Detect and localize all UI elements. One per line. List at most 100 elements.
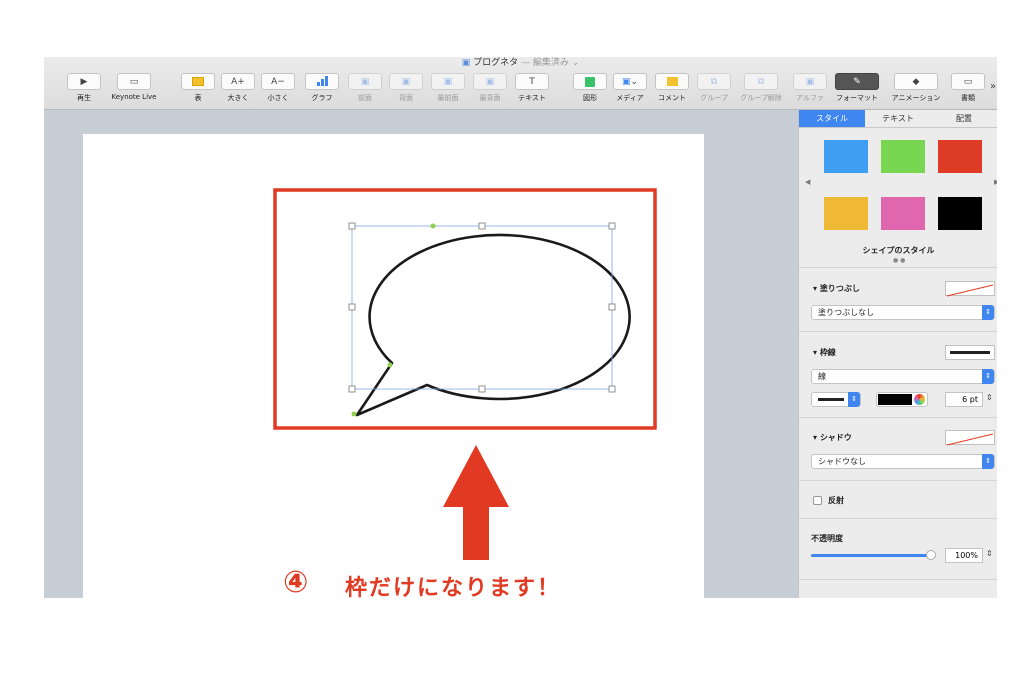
format-button[interactable]: ✎ フォーマット — [832, 73, 882, 103]
animate-icon: ◆ — [894, 73, 938, 90]
divider — [799, 518, 997, 519]
comment-button[interactable]: コメント — [652, 73, 692, 103]
opacity-slider-fill — [811, 554, 931, 557]
shadow-select[interactable]: シャドウなし ⇕ — [811, 454, 995, 469]
toolbar-overflow-icon[interactable]: » — [990, 81, 996, 92]
annotation-caption: 枠だけになります！ — [345, 576, 562, 601]
format-inspector: スタイル テキスト 配置 ◀ ▶ シェイプのスタイル ● ● ▾ 塗りつぶし 塗… — [798, 110, 997, 598]
keynote-window: ▣ プログネタ — 編集済み ⌄ ▶ 再生 ▭ Keynote Live 表 A… — [44, 57, 997, 598]
divider — [799, 417, 997, 418]
border-width-stepper-icon[interactable]: ⇕ — [986, 393, 993, 402]
animate-button[interactable]: ◆ アニメーション — [886, 73, 946, 103]
text-button[interactable]: T テキスト — [512, 73, 552, 103]
style-swatch-pink[interactable] — [881, 197, 925, 230]
page-dots[interactable]: ● ● — [893, 257, 905, 264]
divider — [799, 480, 997, 481]
ungroup-button[interactable]: ⧉ グループ解除 — [736, 73, 786, 103]
paintbrush-icon: ✎ — [835, 73, 879, 90]
styles-prev-icon[interactable]: ◀ — [805, 178, 810, 186]
style-swatch-blue[interactable] — [824, 140, 868, 173]
text-icon: T — [515, 73, 549, 90]
toolbar: ▣ プログネタ — 編集済み ⌄ ▶ 再生 ▭ Keynote Live 表 A… — [44, 57, 997, 110]
opacity-stepper-icon[interactable]: ⇕ — [986, 549, 993, 558]
shape-button[interactable]: 図形 — [570, 73, 610, 103]
document-icon: ▣ — [461, 58, 471, 68]
line-style-icon — [818, 398, 844, 401]
slide-drawing — [273, 188, 657, 430]
border-section-title[interactable]: ▾ 枠線 — [813, 347, 836, 358]
border-type-select[interactable]: 線 ⇕ — [811, 369, 995, 384]
no-fill-icon — [946, 284, 994, 297]
bar-chart-icon — [305, 73, 339, 90]
fill-select[interactable]: 塗りつぶしなし ⇕ — [811, 305, 995, 320]
smaller-button[interactable]: A− 小さく — [258, 73, 298, 103]
divider — [799, 267, 997, 268]
shadow-preview[interactable] — [945, 430, 995, 446]
font-bigger-icon: A+ — [221, 73, 255, 90]
group-icon: ⧉ — [697, 73, 731, 90]
bring-to-front-icon: ▣ — [431, 73, 465, 90]
disclosure-triangle-icon: ▾ — [813, 433, 818, 442]
table-icon — [181, 73, 215, 90]
table-button[interactable]: 表 — [178, 73, 218, 103]
frontmost-button[interactable]: ▣ 最前面 — [428, 73, 468, 103]
back-button[interactable]: ▣ 背面 — [386, 73, 426, 103]
select-arrows-icon: ⇕ — [982, 305, 994, 320]
tab-arrange[interactable]: 配置 — [931, 110, 997, 127]
style-swatch-green[interactable] — [881, 140, 925, 173]
play-icon: ▶ — [67, 73, 101, 90]
reflection-label: 反射 — [828, 496, 844, 505]
up-arrow-annotation — [443, 445, 509, 560]
laptop-icon: ▭ — [117, 73, 151, 90]
color-swatch-black — [878, 394, 912, 405]
document-button[interactable]: ▭ 書類 — [948, 73, 988, 103]
border-color-well[interactable] — [876, 392, 928, 407]
chart-button[interactable]: グラフ — [302, 73, 342, 103]
select-arrows-icon: ⇕ — [982, 454, 994, 469]
fill-preview[interactable] — [945, 281, 995, 297]
style-swatch-black[interactable] — [938, 197, 982, 230]
group-button[interactable]: ⧉ グループ — [694, 73, 734, 103]
keynote-live-button[interactable]: ▭ Keynote Live — [104, 73, 164, 101]
opacity-slider[interactable] — [811, 550, 936, 560]
alpha-button[interactable]: ▣ アルファ — [790, 73, 830, 103]
opacity-slider-knob[interactable] — [926, 550, 936, 560]
inspector-tabs: スタイル テキスト 配置 — [799, 110, 997, 128]
slide[interactable] — [83, 134, 704, 598]
play-button[interactable]: ▶ 再生 — [64, 73, 104, 103]
document-panel-icon: ▭ — [951, 73, 985, 90]
disclosure-triangle-icon: ▾ — [813, 284, 818, 293]
border-width-field[interactable]: 6 pt — [945, 392, 983, 407]
reflection-checkbox[interactable] — [813, 496, 822, 505]
speech-bubble-shape[interactable] — [355, 233, 631, 417]
backmost-button[interactable]: ▣ 最背面 — [470, 73, 510, 103]
shape-styles-label: シェイプのスタイル — [862, 246, 935, 255]
ungroup-icon: ⧉ — [744, 73, 778, 90]
divider — [799, 579, 997, 580]
border-preview[interactable] — [945, 345, 995, 360]
shape-icon — [573, 73, 607, 90]
edit-status[interactable]: — 編集済み ⌄ — [521, 58, 579, 68]
step-number: ④ — [283, 565, 309, 600]
tab-text[interactable]: テキスト — [865, 110, 931, 127]
front-button[interactable]: ▣ 前面 — [345, 73, 385, 103]
line-style-select[interactable]: ⇕ — [811, 392, 861, 407]
comment-icon — [655, 73, 689, 90]
opacity-label: 不透明度 — [811, 534, 843, 543]
shadow-section-title[interactable]: ▾ シャドウ — [813, 432, 852, 443]
opacity-field[interactable]: 100% — [945, 548, 983, 563]
send-backward-icon: ▣ — [389, 73, 423, 90]
tab-style[interactable]: スタイル — [799, 110, 865, 127]
styles-next-icon[interactable]: ▶ — [994, 178, 997, 186]
media-button[interactable]: ▣ ⌄ メディア — [610, 73, 650, 103]
style-swatch-yellow[interactable] — [824, 197, 868, 230]
bigger-button[interactable]: A+ 大きく — [218, 73, 258, 103]
divider — [799, 331, 997, 332]
select-arrows-icon: ⇕ — [848, 392, 860, 407]
document-name: プログネタ — [473, 58, 519, 68]
color-wheel-icon[interactable] — [914, 394, 925, 405]
line-sample-icon — [950, 351, 990, 354]
select-arrows-icon: ⇕ — [982, 369, 994, 384]
fill-section-title[interactable]: ▾ 塗りつぶし — [813, 283, 860, 294]
style-swatch-red[interactable] — [938, 140, 982, 173]
